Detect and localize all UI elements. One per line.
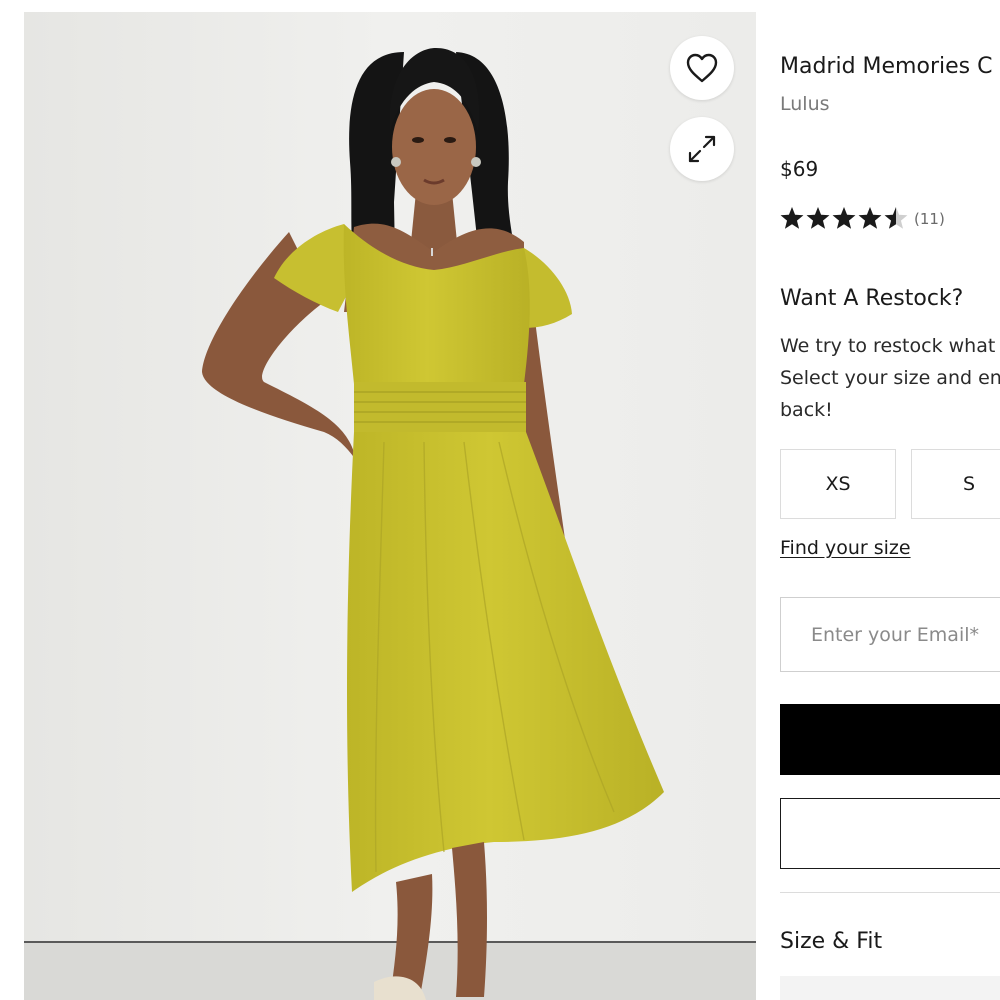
star-icon	[858, 207, 882, 229]
product-price: $69	[780, 157, 819, 181]
product-photo[interactable]	[24, 12, 756, 1000]
review-count: (11)	[914, 210, 945, 228]
brand-link[interactable]: Lulus	[780, 93, 830, 115]
expand-image-button[interactable]	[670, 117, 734, 181]
secondary-action-button[interactable]	[780, 798, 1000, 869]
restock-line: We try to restock what	[780, 335, 996, 357]
star-icon	[832, 207, 856, 229]
rating-summary[interactable]: (11)	[780, 206, 945, 232]
product-title: Madrid Memories C	[780, 54, 993, 79]
section-divider	[780, 892, 1000, 893]
size-fit-heading[interactable]: Size & Fit	[780, 929, 882, 954]
expand-icon	[688, 135, 716, 163]
size-fit-content	[780, 976, 1000, 1000]
restock-line: back!	[780, 399, 833, 421]
email-input[interactable]	[781, 598, 1000, 671]
restock-description: We try to restock what Select your size …	[780, 330, 1000, 426]
find-your-size-link[interactable]: Find your size	[780, 537, 911, 559]
wishlist-button[interactable]	[670, 36, 734, 100]
product-details-panel: Madrid Memories C Lulus $69 (11) Want A …	[780, 0, 1000, 1000]
star-rating	[780, 207, 908, 229]
notify-me-button[interactable]	[780, 704, 1000, 775]
star-icon	[806, 207, 830, 229]
star-icon	[780, 207, 804, 229]
restock-line: Select your size and en	[780, 367, 1000, 389]
size-option-xs[interactable]: XS	[780, 449, 896, 519]
heart-icon	[686, 53, 718, 83]
email-field-wrapper	[780, 597, 1000, 672]
restock-heading: Want A Restock?	[780, 286, 964, 311]
product-image-gallery	[24, 12, 756, 1000]
size-option-s[interactable]: S	[911, 449, 1000, 519]
